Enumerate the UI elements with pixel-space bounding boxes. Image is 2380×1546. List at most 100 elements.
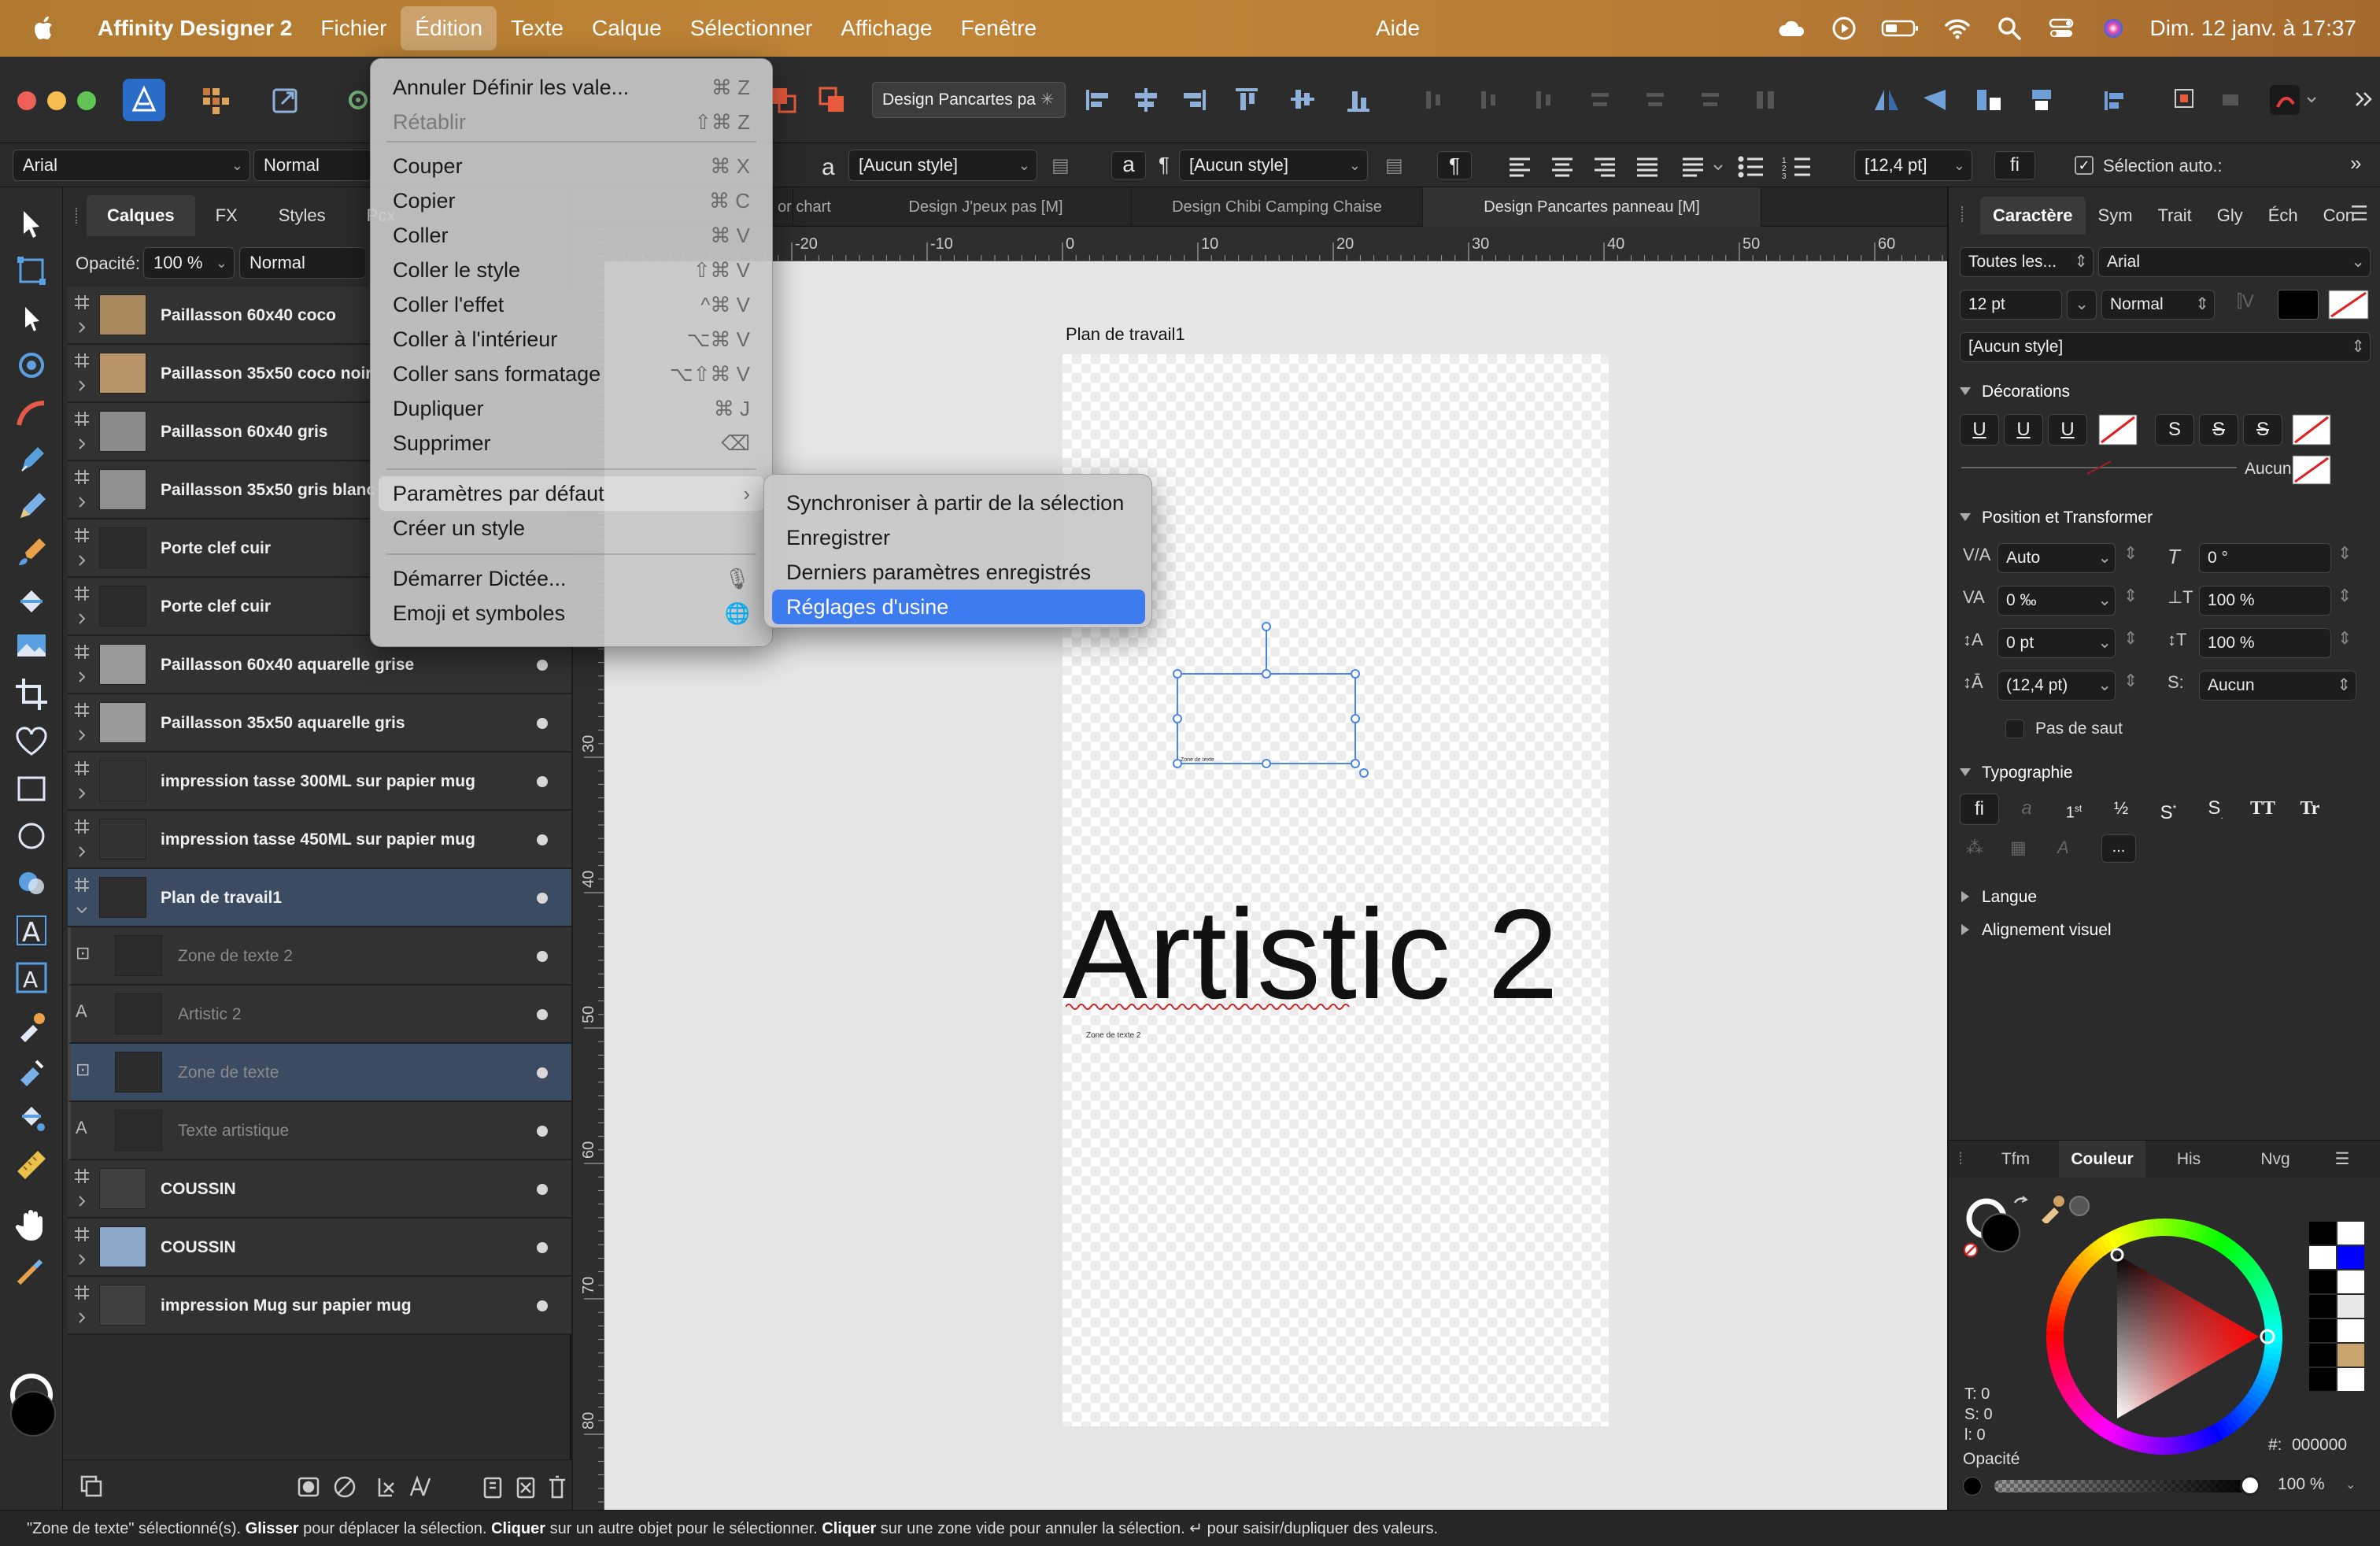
- typo-smallcaps-button[interactable]: Tr: [2290, 793, 2330, 825]
- frame-text-tool-icon[interactable]: A: [11, 957, 52, 998]
- visibility-dot[interactable]: [537, 951, 548, 962]
- kerning-stepper[interactable]: ⇕: [2123, 543, 2138, 564]
- color-swatch[interactable]: [2338, 1270, 2364, 1293]
- window-minimize-button[interactable]: [47, 91, 66, 110]
- typo-tabular-icon[interactable]: ▦: [2010, 838, 2027, 858]
- expand-chevron-icon[interactable]: [76, 379, 88, 392]
- layer-row[interactable]: A Texte artistique: [68, 1102, 571, 1160]
- window-zoom-button[interactable]: [77, 91, 96, 110]
- visibility-dot[interactable]: [537, 893, 548, 904]
- underline-style-button[interactable]: U: [2048, 414, 2087, 446]
- place-image-icon[interactable]: [11, 625, 52, 666]
- layer-row[interactable]: A Artistic 2: [68, 986, 571, 1044]
- tab-couleur[interactable]: Couleur: [2059, 1141, 2145, 1178]
- typo-superscript-button[interactable]: S*: [2149, 793, 2188, 825]
- underline-double-button[interactable]: U: [2004, 414, 2043, 446]
- color-swatch[interactable]: [2338, 1222, 2364, 1245]
- layer-row[interactable]: ⊡ Zone de texte: [68, 1044, 571, 1102]
- tracking-stepper[interactable]: ⇕: [2123, 586, 2138, 606]
- visibility-dot[interactable]: [537, 776, 548, 787]
- layer-row[interactable]: impression tasse 450ML sur papier mug: [68, 811, 571, 869]
- opacity-slider-thumb[interactable]: [2240, 1475, 2260, 1496]
- tab-caractere[interactable]: Caractère: [1980, 197, 2086, 235]
- layer-name[interactable]: Texte artistique: [178, 1102, 289, 1160]
- no-break-checkbox[interactable]: [2005, 719, 2024, 738]
- opacity-percent[interactable]: 100 %: [2278, 1475, 2325, 1494]
- kerning-field[interactable]: Auto ⌄: [1998, 543, 2116, 573]
- text-fill-swatch[interactable]: [2278, 290, 2319, 320]
- para-style-options-icon[interactable]: ▤: [1385, 154, 1403, 177]
- strikethrough-single-button[interactable]: S: [2155, 414, 2194, 446]
- visibility-dot[interactable]: [537, 1242, 548, 1253]
- color-panel-menu-icon[interactable]: ☰: [2319, 1141, 2366, 1178]
- no-break-style-dropdown[interactable]: Aucun ⇕: [2199, 671, 2356, 701]
- tab-fx[interactable]: FX: [195, 195, 258, 236]
- edit-menu-item[interactable]: Copier ⌘ C: [379, 183, 764, 218]
- layer-name[interactable]: Artistic 2: [178, 986, 242, 1044]
- strike-color-swatch[interactable]: [2292, 414, 2331, 446]
- edit-menu-item[interactable]: Rétablir ⇧⌘ Z: [379, 105, 764, 139]
- section-language[interactable]: Langue: [1961, 888, 2037, 907]
- menu-app-name[interactable]: Affinity Designer 2: [83, 6, 306, 50]
- layer-name[interactable]: Paillasson 35x50 coco noir: [161, 345, 371, 403]
- submenu-item[interactable]: Derniers paramètres enregistrés: [772, 555, 1145, 590]
- expand-chevron-icon[interactable]: [76, 496, 88, 509]
- layer-name[interactable]: impression Mug sur papier mug: [161, 1277, 412, 1335]
- layer-name[interactable]: Plan de travail1: [161, 869, 282, 927]
- ellipse-tool-icon[interactable]: [11, 816, 52, 856]
- section-decorations[interactable]: Décorations: [1959, 383, 2070, 401]
- ruler-horizontal[interactable]: -20 -10 0 10 20 30 40 50 60: [604, 227, 1947, 261]
- transparency-tool-icon[interactable]: [11, 1052, 52, 1093]
- font-collection-dropdown[interactable]: Toutes les... ⇕: [1960, 247, 2094, 277]
- layer-name[interactable]: Zone de texte: [178, 1044, 279, 1102]
- edit-menu-item[interactable]: Coller ⌘ V: [379, 218, 764, 253]
- artistic-text-tool-icon[interactable]: A: [11, 910, 52, 951]
- submenu-item[interactable]: Enregistrer: [772, 520, 1145, 555]
- typo-fractions-button[interactable]: ½: [2101, 793, 2141, 825]
- window-close-button[interactable]: [17, 91, 36, 110]
- shape-builder-icon[interactable]: [11, 863, 52, 904]
- font-traits-icon[interactable]: ⫿V: [2237, 291, 2254, 312]
- layer-name[interactable]: Paillasson 35x50 gris blanc: [161, 461, 375, 520]
- menu-texte[interactable]: Texte: [497, 6, 578, 50]
- layer-name[interactable]: COUSSIN: [161, 1219, 236, 1277]
- siri-icon[interactable]: [2097, 13, 2129, 44]
- gradient-tool-icon[interactable]: [11, 1097, 52, 1138]
- edit-menu-item[interactable]: Annuler Définir les vale... ⌘ Z: [379, 70, 764, 105]
- visibility-dot[interactable]: [537, 1067, 548, 1078]
- heart-shape-icon[interactable]: [11, 721, 52, 762]
- hscale-field[interactable]: 100 %: [2199, 586, 2331, 616]
- corner-tool-icon[interactable]: [11, 345, 52, 386]
- arrange-front-icon[interactable]: [811, 79, 853, 121]
- tracking-field[interactable]: 0 ‰ ⌄: [1998, 586, 2116, 616]
- fill-tool-icon[interactable]: [11, 579, 52, 620]
- decoration-color-swatch[interactable]: [2292, 455, 2331, 485]
- color-swatch[interactable]: [2338, 1295, 2364, 1318]
- ruler-tool-icon[interactable]: [11, 1145, 52, 1185]
- move-tool-icon[interactable]: [11, 205, 52, 246]
- font-family-dropdown[interactable]: Arial ⌄: [13, 150, 250, 181]
- expand-chevron-icon[interactable]: [76, 845, 88, 858]
- typo-swash-icon[interactable]: A: [2057, 838, 2069, 858]
- tab-styles[interactable]: Styles: [258, 195, 346, 236]
- tab-trait[interactable]: Trait: [2145, 197, 2204, 235]
- layer-row[interactable]: COUSSIN: [68, 1160, 571, 1219]
- designer-persona-icon[interactable]: [123, 79, 165, 121]
- char-panel-style-dropdown[interactable]: [Aucun style] ⇕: [1960, 332, 2371, 362]
- font-style-dropdown[interactable]: Normal: [253, 150, 371, 181]
- panel-grip[interactable]: ⁞: [1949, 1141, 1972, 1178]
- visibility-dot[interactable]: [537, 1126, 548, 1137]
- point-transform-icon[interactable]: [11, 394, 52, 435]
- edit-menu-item[interactable]: Paramètres par défaut ›: [379, 476, 764, 511]
- para-style-dropdown[interactable]: [Aucun style] ⌄: [1179, 150, 1368, 181]
- leading-field[interactable]: [12,4 pt] ⌄: [1854, 150, 1972, 181]
- node-tool-icon[interactable]: [11, 299, 52, 340]
- baseline-stepper[interactable]: ⇕: [2123, 628, 2138, 649]
- play-circle-icon[interactable]: [1828, 13, 1860, 44]
- layer-row[interactable]: ⊡ Zone de texte 2: [68, 927, 571, 986]
- pixel-persona-icon[interactable]: [194, 79, 236, 121]
- search-icon[interactable]: [1994, 13, 2025, 44]
- expand-chevron-icon[interactable]: [76, 612, 88, 625]
- layer-name[interactable]: Paillasson 35x50 aquarelle gris: [161, 694, 405, 753]
- typo-subscript-button[interactable]: S.: [2196, 793, 2235, 825]
